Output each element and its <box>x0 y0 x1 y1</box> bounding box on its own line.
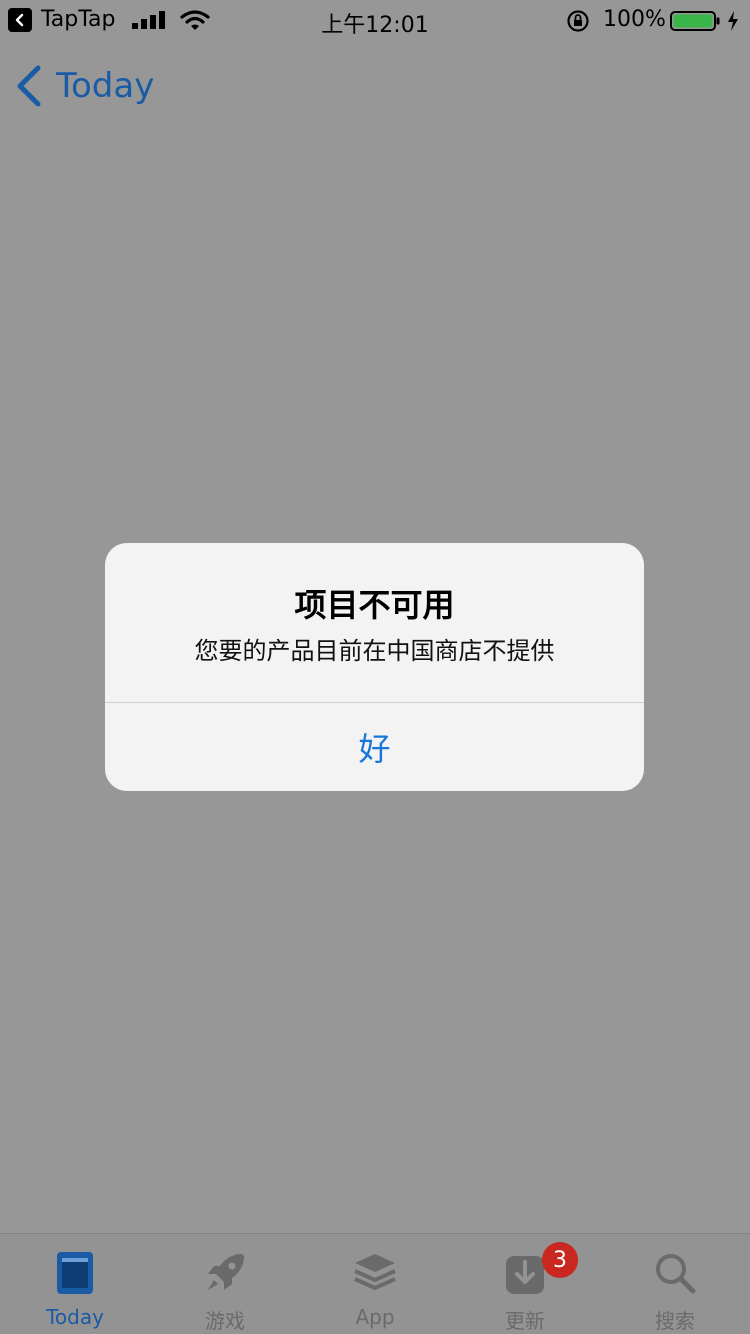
download-icon <box>506 1256 544 1294</box>
tab-label: Today <box>46 1305 104 1329</box>
updates-badge: 3 <box>542 1242 578 1278</box>
tab-label: App <box>355 1305 395 1329</box>
tab-label: 搜索 <box>655 1309 695 1333</box>
chevron-left-icon <box>17 65 41 107</box>
tab-updates[interactable]: 3 更新 <box>450 1234 600 1334</box>
alert-dialog: 项目不可用 您要的产品目前在中国商店不提供 好 <box>105 543 644 791</box>
search-icon <box>656 1254 696 1294</box>
tab-today[interactable]: Today <box>0 1234 150 1334</box>
battery-percent: 100% <box>603 7 666 32</box>
alert-message: 您要的产品目前在中国商店不提供 <box>194 637 555 665</box>
alert-title: 项目不可用 <box>294 586 455 624</box>
back-button-label: Today <box>56 66 155 106</box>
tab-bar: Today 游戏 App 3 更新 搜索 <box>0 1233 750 1334</box>
tab-label: 游戏 <box>205 1309 245 1333</box>
back-button[interactable]: Today <box>14 60 154 112</box>
rocket-icon <box>208 1254 244 1290</box>
tab-search[interactable]: 搜索 <box>600 1234 750 1334</box>
tab-label: 更新 <box>505 1309 545 1333</box>
tab-apps[interactable]: App <box>300 1234 450 1334</box>
charging-icon <box>728 11 738 31</box>
today-icon <box>57 1252 93 1294</box>
orientation-lock-icon <box>567 10 589 32</box>
battery-icon <box>670 11 720 31</box>
status-bar: TapTap 上午12:01 100% <box>0 0 750 40</box>
tab-games[interactable]: 游戏 <box>150 1234 300 1334</box>
alert-ok-button[interactable]: 好 <box>105 703 644 791</box>
layers-icon <box>354 1254 396 1290</box>
